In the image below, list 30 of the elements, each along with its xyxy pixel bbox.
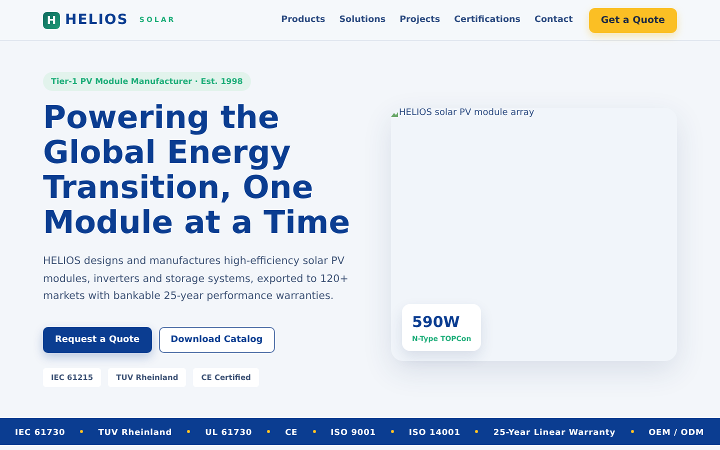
- ticker-item: 25-Year Linear Warranty: [493, 426, 616, 436]
- ticker-item: UL 61730: [205, 426, 252, 436]
- ticker-item: OEM / ODM: [648, 426, 704, 436]
- bullet-icon: [267, 430, 270, 433]
- ticker-item: ISO 14001: [408, 426, 460, 436]
- bullet-icon: [390, 430, 394, 433]
- bullet-icon: [187, 430, 190, 433]
- bullet-icon: [475, 430, 478, 433]
- get-quote-button[interactable]: Get a Quote: [588, 8, 677, 32]
- ticker-item: TUV Rheinland: [98, 426, 172, 436]
- bullet-icon: [630, 430, 634, 433]
- nav-link[interactable]: Contact: [534, 15, 573, 25]
- download-catalog-button[interactable]: Download Catalog: [158, 326, 275, 352]
- ticker-item: CE: [285, 426, 298, 436]
- ticker-item: IEC 61730: [15, 426, 66, 436]
- request-quote-button[interactable]: Request a Quote: [43, 326, 152, 352]
- nav-link[interactable]: Solutions: [339, 15, 386, 25]
- image-alt-text: HELIOS solar PV module array: [399, 108, 534, 118]
- brand-name: HELIOS: [65, 12, 128, 28]
- nav-link[interactable]: Projects: [400, 15, 440, 25]
- logo-mark: H: [43, 12, 60, 28]
- stat-value: 590W: [412, 313, 461, 331]
- bullet-icon: [80, 430, 84, 433]
- hero-heading: Powering the Global Energy Transition, One Module at a Time: [43, 101, 352, 241]
- bullet-icon: [312, 430, 316, 433]
- hero-description: HELIOS designs and manufactures high-efficiency solar PV modules, inverters and storage systems, exported to 120+ markets with bankable 25-year performance warranties.: [43, 254, 350, 304]
- manufacturer-badge: Tier-1 PV Module Manufacturer · Est. 1998: [43, 72, 251, 91]
- nav-link[interactable]: Certifications: [454, 15, 520, 25]
- nav-link[interactable]: Products: [281, 15, 326, 25]
- ticker-item: ISO 9001: [330, 426, 376, 436]
